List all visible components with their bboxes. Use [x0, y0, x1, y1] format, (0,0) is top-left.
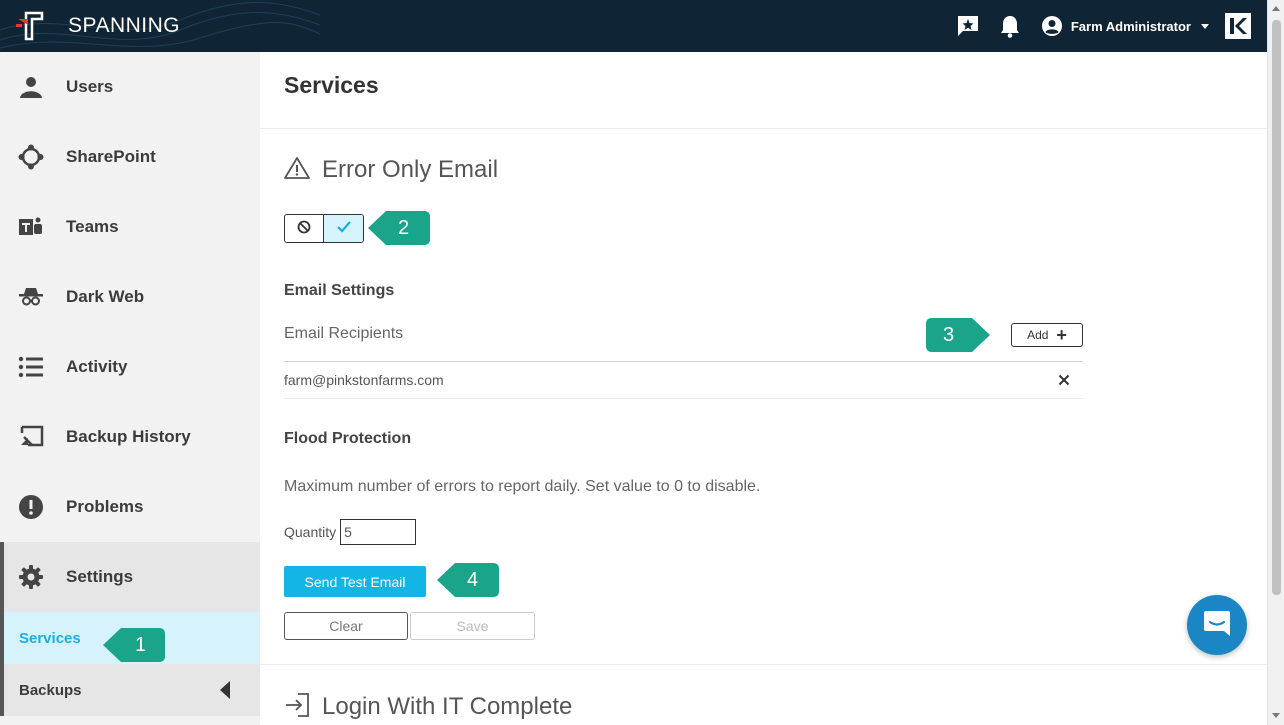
sidebar-item-dark-web[interactable]: Dark Web	[0, 262, 260, 332]
toggle-off-button[interactable]	[285, 215, 324, 242]
sidebar-item-label: Teams	[66, 217, 119, 236]
callout-number: 1	[135, 633, 147, 656]
sidebar-item-label: Dark Web	[66, 287, 145, 306]
sidebar-item-activity[interactable]: Activity	[0, 332, 260, 402]
quantity-group: Quantity	[284, 519, 417, 545]
block-icon	[297, 219, 311, 238]
callout-number: 3	[943, 323, 955, 346]
sidebar-subitem-label: Services	[19, 629, 81, 647]
divider	[260, 128, 1267, 129]
email-settings-heading: Email Settings	[284, 282, 395, 299]
sidebar-item-sharepoint[interactable]: SharePoint	[0, 122, 260, 192]
bell-icon[interactable]	[997, 13, 1023, 39]
callout-number: 4	[467, 568, 479, 591]
sidebar-item-label: Problems	[66, 497, 144, 516]
brand[interactable]: SPANNING	[16, 11, 180, 41]
remove-recipient-icon[interactable]	[1053, 369, 1075, 391]
check-icon	[336, 219, 352, 238]
callout-number: 2	[398, 216, 410, 239]
list-icon	[18, 354, 44, 380]
send-test-email-button[interactable]: Send Test Email	[284, 566, 426, 597]
vertical-scrollbar[interactable]	[1267, 0, 1284, 725]
quantity-input[interactable]	[340, 519, 417, 545]
warning-icon	[284, 156, 310, 184]
recipient-email: farm@pinkstonfarms.com	[284, 372, 444, 388]
sidebar-item-label: Users	[66, 77, 114, 96]
callout-3: 3	[924, 316, 990, 354]
user-icon	[18, 74, 44, 100]
brand-name: SPANNING	[68, 14, 181, 37]
sidebar-item-label: SharePoint	[66, 147, 156, 166]
scroll-up-arrow[interactable]	[1272, 6, 1280, 11]
page-title: Services	[284, 72, 379, 98]
spy-icon	[18, 284, 44, 310]
clear-button[interactable]: Clear	[284, 612, 408, 640]
sharepoint-icon	[18, 144, 44, 170]
sidebar-item-problems[interactable]: Problems	[0, 472, 260, 542]
email-recipients-label: Email Recipients	[284, 325, 404, 342]
top-bar: SPANNING Farm Administrator	[0, 0, 1267, 52]
chat-launcher-button[interactable]	[1187, 595, 1247, 655]
sidebar-item-settings[interactable]: Settings	[0, 542, 260, 612]
toggle-on-button[interactable]	[324, 215, 363, 242]
sidebar-item-teams[interactable]: Teams	[0, 192, 260, 262]
plus-icon: +	[1056, 325, 1067, 345]
sidebar-item-label: Settings	[66, 567, 134, 586]
save-button[interactable]: Save	[410, 612, 535, 640]
login-icon	[284, 692, 310, 722]
section-title: Error Only Email	[322, 156, 499, 183]
login-section-title: Login With IT Complete	[322, 693, 573, 720]
alert-icon	[18, 494, 44, 520]
recipient-row: farm@pinkstonfarms.com	[284, 362, 1083, 399]
sidebar-item-users[interactable]: Users	[0, 52, 260, 122]
flood-protection-description: Maximum number of errors to report daily…	[284, 478, 761, 495]
section-header: Error Only Email	[284, 156, 498, 184]
expand-arrow-icon[interactable]	[220, 681, 230, 699]
sidebar-item-label: Activity	[66, 357, 128, 376]
chat-icon	[1202, 608, 1232, 642]
flood-protection-heading: Flood Protection	[284, 430, 412, 447]
history-icon	[18, 424, 44, 450]
announcement-icon[interactable]	[955, 13, 981, 39]
scroll-down-arrow[interactable]	[1272, 713, 1280, 718]
sidebar-item-backup-history[interactable]: Backup History	[0, 402, 260, 472]
main-content: Services Error Only Email Email Settings…	[260, 52, 1267, 725]
login-section-header[interactable]: Login With IT Complete	[284, 692, 572, 722]
callout-2: 2	[368, 209, 432, 247]
sidebar-item-label: Backup History	[66, 427, 191, 446]
error-email-toggle[interactable]	[284, 214, 364, 243]
add-recipient-button[interactable]: Add +	[1011, 323, 1083, 347]
gear-icon	[18, 564, 44, 590]
callout-1: 1	[103, 626, 167, 664]
account-icon[interactable]	[1039, 13, 1065, 39]
scroll-thumb[interactable]	[1272, 20, 1281, 595]
sidebar-subitem-backups[interactable]: Backups	[0, 664, 260, 716]
quantity-label: Quantity	[284, 524, 337, 540]
divider	[260, 664, 1267, 665]
spanning-logo-icon	[16, 11, 46, 41]
user-name[interactable]: Farm Administrator	[1071, 19, 1191, 34]
teams-icon	[18, 214, 44, 240]
kaseya-logo-icon[interactable]	[1225, 13, 1251, 39]
chevron-down-icon[interactable]	[1201, 23, 1209, 29]
add-button-label: Add	[1027, 328, 1049, 342]
sidebar-subitem-label: Backups	[19, 681, 82, 699]
callout-4: 4	[437, 561, 501, 599]
sidebar: Users SharePoint Teams Dark Web Activity…	[0, 52, 260, 725]
